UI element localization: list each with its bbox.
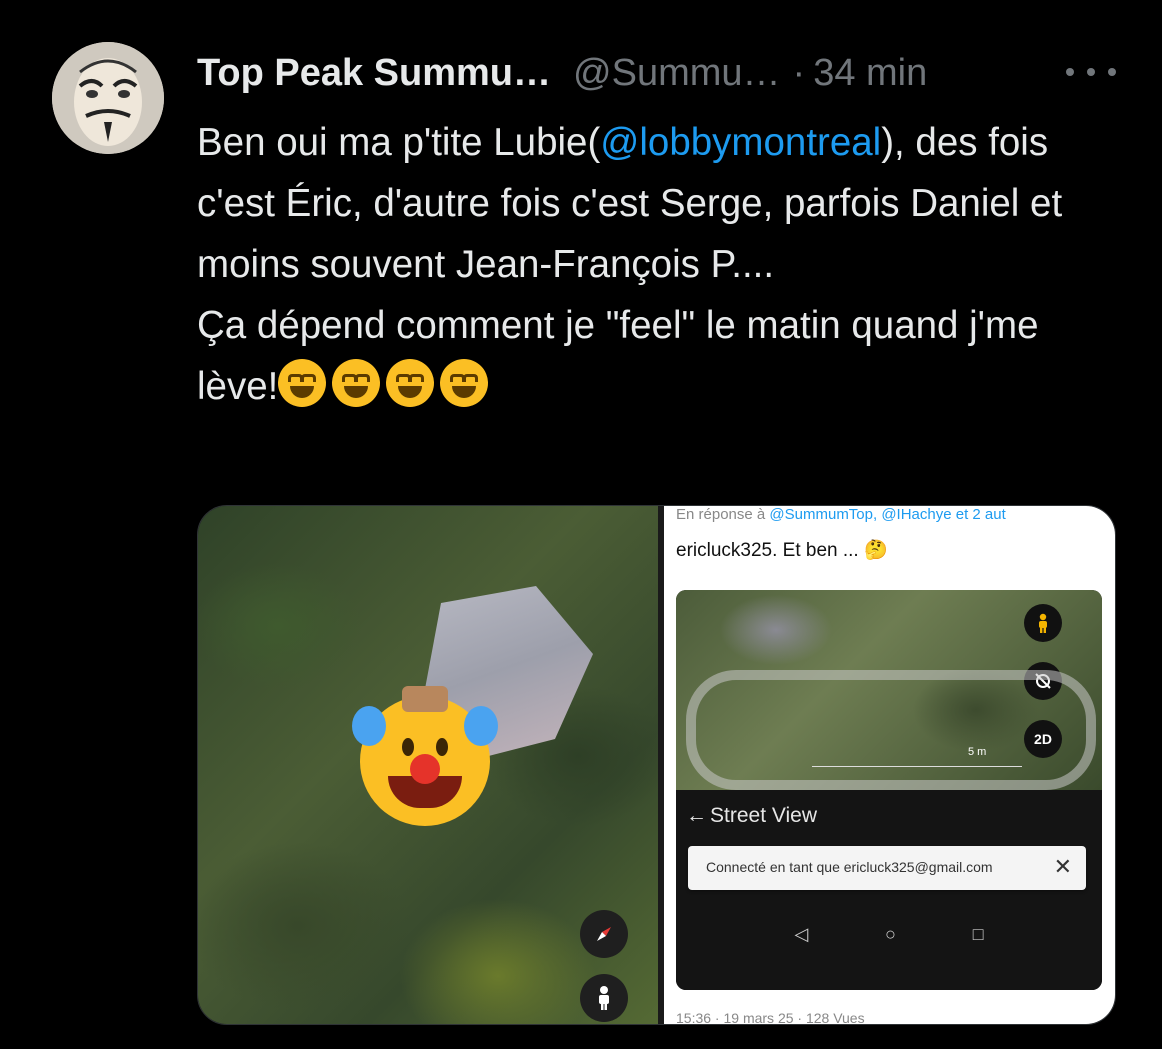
pegman-icon	[1024, 604, 1062, 642]
tweet-text-part1: Ben oui ma p'tite Lubie(	[197, 121, 601, 164]
tweet-timestamp[interactable]: 34 min	[813, 52, 927, 95]
guy-fawkes-mask-icon	[52, 42, 164, 154]
android-nav-bar: ◁ ○ □	[676, 916, 1102, 952]
author-avatar[interactable]	[52, 42, 164, 154]
reply-text: ericluck325. Et ben ... 🤔	[676, 540, 888, 561]
more-horizontal-icon	[1066, 68, 1074, 76]
separator-dot: ·	[792, 51, 806, 94]
reply-screenshot-image[interactable]: En réponse à @SummumTop, @IHachye et 2 a…	[664, 506, 1115, 1025]
street-view-title: Street View	[710, 804, 817, 827]
highlight-scribble	[686, 670, 1096, 790]
reply-prefix: En réponse à	[676, 506, 770, 523]
nav-home-icon: ○	[885, 923, 896, 944]
tweet-media[interactable]: En réponse à @SummumTop, @IHachye et 2 a…	[197, 505, 1116, 1025]
pegman-icon[interactable]	[580, 974, 628, 1022]
reply-footer: 15:36 · 19 mars 25 · 128 Vues	[676, 1010, 865, 1025]
phone-screenshot: 2D 5 m ← Street View Connecté en tant qu…	[676, 590, 1102, 990]
hugging-face-icon	[278, 359, 327, 407]
reply-mentions: @SummumTop, @IHachye et 2 aut	[769, 506, 1006, 523]
author-name[interactable]: Top Peak Summu…	[197, 52, 551, 95]
signed-in-text: Connecté en tant que ericluck325@gmail.c…	[706, 859, 993, 875]
reply-context: En réponse à @SummumTop, @IHachye et 2 a…	[676, 506, 1006, 523]
author-handle[interactable]: @Summu…	[573, 52, 781, 95]
close-icon: ✕	[1053, 854, 1072, 879]
rolling-on-floor-laughing-icon	[440, 359, 489, 407]
back-arrow-icon: ←	[686, 804, 707, 827]
clown-face-icon	[352, 686, 498, 826]
signed-in-snackbar: Connecté en tant que ericluck325@gmail.c…	[688, 846, 1086, 890]
more-options-button[interactable]	[1066, 52, 1116, 92]
nav-back-icon: ◁	[794, 923, 809, 944]
tweet-body: Ben oui ma p'tite Lubie(@lobbymontreal),…	[197, 112, 1127, 417]
more-dot	[1108, 68, 1116, 76]
mention-link[interactable]: @lobbymontreal	[600, 121, 881, 164]
street-view-panel: ← Street View Connecté en tant que ericl…	[676, 790, 1102, 990]
compass-icon[interactable]	[580, 910, 628, 958]
satellite-map-image[interactable]	[198, 506, 658, 1024]
face-with-tears-of-joy-icon	[386, 359, 435, 407]
more-dot	[1087, 68, 1095, 76]
rolling-on-floor-laughing-icon	[332, 359, 381, 407]
tweet-header: Top Peak Summu… @Summu… · 34 min	[197, 50, 927, 96]
nav-recent-icon: □	[972, 923, 984, 944]
